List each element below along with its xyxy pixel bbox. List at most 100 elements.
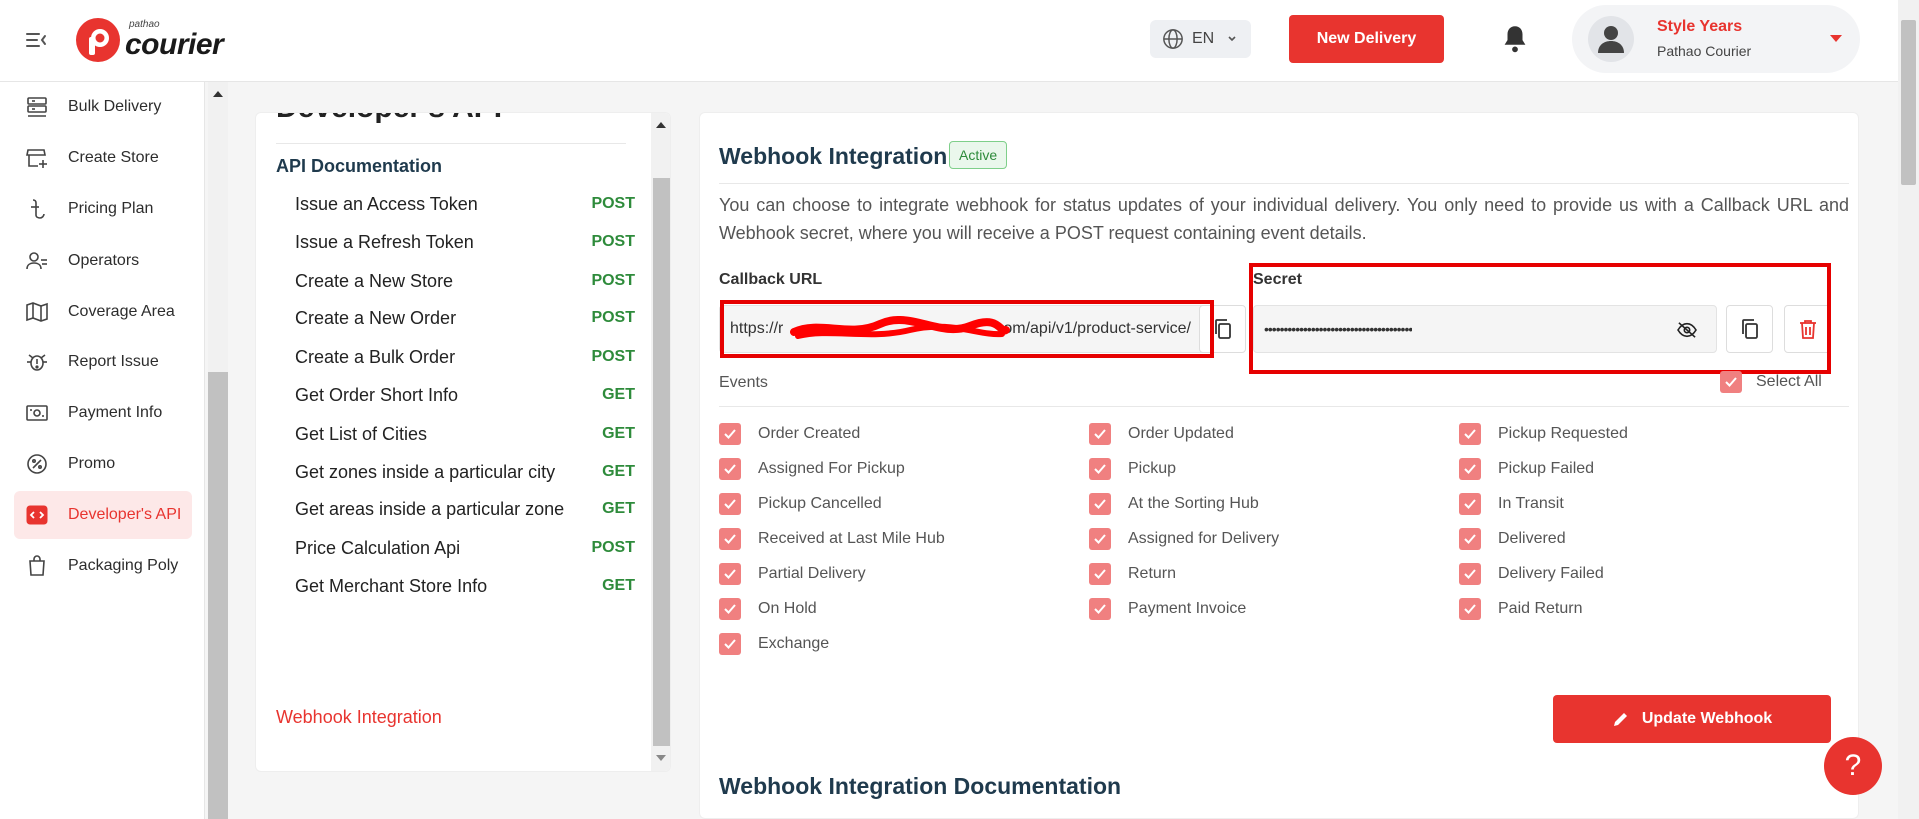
checkbox-checked[interactable]	[719, 563, 741, 585]
status-badge: Active	[949, 141, 1008, 169]
menu-collapse-icon[interactable]	[24, 28, 48, 52]
page-scrollbar[interactable]	[1898, 0, 1919, 819]
checkbox-checked[interactable]	[1459, 598, 1481, 620]
api-link-list-of-cities[interactable]: Get List of Cities GET	[295, 414, 635, 454]
scroll-up-arrow-icon[interactable]	[656, 122, 666, 128]
api-link-create-store[interactable]: Create a New Store POST	[295, 261, 635, 301]
event-checkbox-assigned-for-delivery[interactable]: Assigned for Delivery	[1089, 528, 1279, 550]
checkbox-checked[interactable]	[1459, 423, 1481, 445]
api-link-create-bulk-order[interactable]: Create a Bulk Order POST	[295, 337, 635, 377]
event-label: Order Created	[758, 425, 861, 442]
sidebar-item-packaging-poly[interactable]: Packaging Poly	[14, 542, 192, 590]
checkbox-checked[interactable]	[719, 598, 741, 620]
scrollbar-thumb[interactable]	[653, 178, 670, 746]
trash-icon	[1799, 320, 1816, 339]
event-checkbox-received-at-last-mile-hub[interactable]: Received at Last Mile Hub	[719, 528, 945, 550]
bag-icon	[24, 553, 50, 579]
http-method-badge: POST	[591, 539, 635, 556]
webhook-title: Webhook Integration	[719, 143, 948, 169]
checkbox-checked[interactable]	[719, 493, 741, 515]
user-profile-menu[interactable]: Style Years Pathao Courier	[1572, 5, 1860, 73]
pathao-courier-logo[interactable]: pathao courier	[75, 15, 224, 65]
copy-url-button[interactable]	[1199, 305, 1246, 353]
event-checkbox-pickup-cancelled[interactable]: Pickup Cancelled	[719, 493, 882, 515]
chevron-down-icon	[1228, 36, 1236, 42]
select-all-checkbox[interactable]: Select All	[1720, 371, 1822, 393]
sidebar-scrollbar[interactable]	[208, 82, 228, 819]
divider	[719, 406, 1849, 407]
delete-secret-button[interactable]	[1784, 305, 1831, 353]
sidebar-item-coverage-area[interactable]: Coverage Area	[14, 288, 192, 336]
help-button[interactable]: ?	[1824, 737, 1882, 795]
event-checkbox-pickup-failed[interactable]: Pickup Failed	[1459, 458, 1594, 480]
event-checkbox-partial-delivery[interactable]: Partial Delivery	[719, 563, 866, 585]
eye-slash-icon[interactable]	[1676, 321, 1698, 339]
event-label: Order Updated	[1128, 425, 1234, 442]
checkbox-checked[interactable]	[1089, 528, 1111, 550]
checkbox-checked[interactable]	[1720, 371, 1742, 393]
event-checkbox-exchange[interactable]: Exchange	[719, 633, 829, 655]
http-method-badge: GET	[602, 386, 635, 403]
api-link-price-calculation[interactable]: Price Calculation Api POST	[295, 528, 635, 568]
event-checkbox-order-updated[interactable]: Order Updated	[1089, 423, 1234, 445]
update-webhook-button[interactable]: Update Webhook	[1553, 695, 1831, 743]
checkbox-checked[interactable]	[1459, 493, 1481, 515]
checkbox-checked[interactable]	[1089, 423, 1111, 445]
api-link-create-order[interactable]: Create a New Order POST	[295, 298, 635, 338]
checkbox-checked[interactable]	[1459, 458, 1481, 480]
sidebar-item-payment-info[interactable]: Payment Info	[14, 389, 192, 437]
event-checkbox-pickup[interactable]: Pickup	[1089, 458, 1176, 480]
event-checkbox-order-created[interactable]: Order Created	[719, 423, 860, 445]
event-checkbox-paid-return[interactable]: Paid Return	[1459, 598, 1583, 620]
checkbox-checked[interactable]	[1459, 528, 1481, 550]
event-checkbox-assigned-for-pickup[interactable]: Assigned For Pickup	[719, 458, 905, 480]
docs-panel-scrollbar[interactable]	[651, 113, 670, 771]
scrollbar-thumb[interactable]	[208, 372, 228, 819]
sidebar-item-pricing-plan[interactable]: Pricing Plan	[14, 185, 192, 233]
scroll-up-arrow-icon[interactable]	[213, 91, 223, 97]
event-checkbox-in-transit[interactable]: In Transit	[1459, 493, 1564, 515]
sidebar-item-bulk-delivery[interactable]: Bulk Delivery	[14, 83, 192, 131]
language-selector[interactable]: EN	[1150, 20, 1251, 58]
event-checkbox-delivery-failed[interactable]: Delivery Failed	[1459, 563, 1604, 585]
checkbox-checked[interactable]	[1089, 563, 1111, 585]
sidebar-item-create-store[interactable]: Create Store	[14, 134, 192, 182]
api-link-merchant-store-info[interactable]: Get Merchant Store Info GET	[295, 566, 635, 606]
sidebar-item-operators[interactable]: Operators	[14, 237, 192, 285]
page-title: Developer's API	[276, 113, 502, 125]
scroll-down-arrow-icon[interactable]	[656, 755, 666, 761]
api-link-order-short-info[interactable]: Get Order Short Info GET	[295, 375, 635, 415]
callback-url-field[interactable]: https://r om/api/v1/product-service/	[719, 305, 1208, 353]
sidebar-item-developers-api[interactable]: Developer's API	[14, 491, 192, 539]
checkbox-checked[interactable]	[1089, 458, 1111, 480]
event-checkbox-on-hold[interactable]: On Hold	[719, 598, 817, 620]
event-checkbox-return[interactable]: Return	[1089, 563, 1176, 585]
event-checkbox-pickup-requested[interactable]: Pickup Requested	[1459, 423, 1628, 445]
event-checkbox-delivered[interactable]: Delivered	[1459, 528, 1566, 550]
select-all-label: Select All	[1756, 373, 1822, 390]
new-delivery-button[interactable]: New Delivery	[1289, 15, 1444, 63]
sidebar-item-report-issue[interactable]: Report Issue	[14, 338, 192, 386]
event-checkbox-payment-invoice[interactable]: Payment Invoice	[1089, 598, 1246, 620]
checkbox-checked[interactable]	[1089, 598, 1111, 620]
webhook-description: You can choose to integrate webhook for …	[719, 195, 1849, 243]
checkbox-checked[interactable]	[1459, 563, 1481, 585]
caret-down-icon	[1830, 35, 1842, 42]
checkbox-checked[interactable]	[719, 423, 741, 445]
checkbox-checked[interactable]	[719, 528, 741, 550]
api-link-areas-in-zone[interactable]: Get areas inside a particular zone GET	[295, 489, 635, 529]
sidebar-item-promo[interactable]: Promo	[14, 440, 192, 488]
api-link-zones-in-city[interactable]: Get zones inside a particular city GET	[295, 452, 635, 492]
scrollbar-thumb[interactable]	[1901, 20, 1916, 185]
api-name: Get Merchant Store Info	[295, 575, 488, 596]
api-link-issue-refresh-token[interactable]: Issue a Refresh Token POST	[295, 222, 635, 262]
checkbox-checked[interactable]	[1089, 493, 1111, 515]
notification-bell-icon[interactable]	[1501, 24, 1529, 54]
checkbox-checked[interactable]	[719, 633, 741, 655]
api-link-issue-access-token[interactable]: Issue an Access Token POST	[295, 184, 635, 224]
event-checkbox-at-the-sorting-hub[interactable]: At the Sorting Hub	[1089, 493, 1259, 515]
webhook-integration-link[interactable]: Webhook Integration	[276, 707, 442, 728]
copy-secret-button[interactable]	[1726, 305, 1773, 353]
secret-field[interactable]: ••••••••••••••••••••••••••••••••••••••	[1253, 305, 1717, 353]
checkbox-checked[interactable]	[719, 458, 741, 480]
